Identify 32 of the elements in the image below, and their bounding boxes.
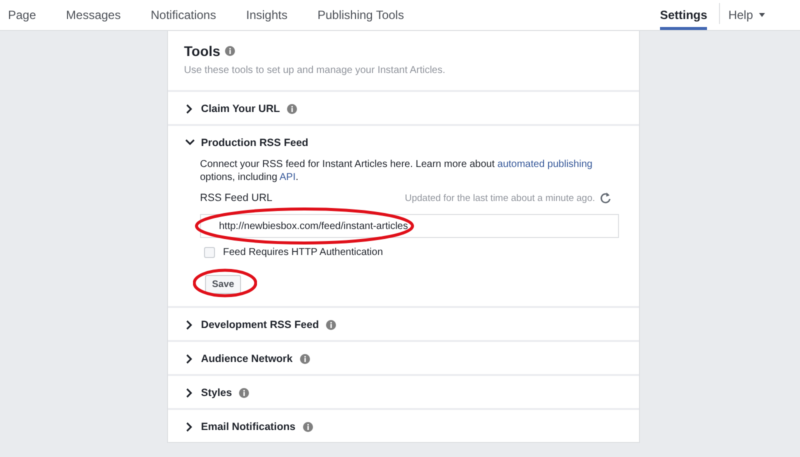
panel-subtitle: Use these tools to set up and manage your Instant Articles. — [184, 65, 446, 76]
chevron-right-icon[interactable] — [185, 422, 195, 432]
nav-tab[interactable]: Messages — [66, 0, 121, 30]
checkbox-label: Feed Requires HTTP Authentication — [223, 247, 383, 258]
refresh-icon[interactable] — [600, 192, 611, 204]
checkbox[interactable] — [204, 247, 215, 258]
chevron-right-icon[interactable] — [185, 354, 195, 364]
save-button[interactable]: Save — [205, 274, 242, 294]
nav-tab[interactable]: Help — [728, 0, 765, 30]
chevron-right-icon[interactable] — [185, 104, 195, 114]
url-input-field[interactable]: http://newbiesbox.com/feed/instant-articles — [200, 214, 619, 238]
nav-tab[interactable]: Publishing Tools — [317, 0, 404, 30]
nav-tab[interactable]: Insights — [246, 0, 288, 30]
section-title[interactable]: Styles — [201, 386, 232, 398]
chevron-down-icon[interactable] — [185, 138, 195, 148]
chevron-right-icon[interactable] — [185, 320, 195, 330]
description-text: Connect your RSS feed for Instant Articles here. Learn more about automated publishing options, including API. — [200, 158, 594, 184]
status-text: Updated for the last time about a minute ago. — [404, 192, 595, 204]
info-icon — [225, 46, 236, 56]
panel-title: Tools — [184, 43, 220, 59]
nav-tab[interactable]: Notifications — [150, 0, 216, 30]
section-title[interactable]: Audience Network — [201, 352, 293, 364]
nav-tab[interactable]: Page — [8, 0, 36, 30]
section-title[interactable]: Email Notifications — [201, 420, 296, 432]
section-title[interactable]: Claim Your URL — [201, 102, 280, 114]
field-label: RSS Feed URL — [200, 192, 272, 204]
section-title[interactable]: Production RSS Feed — [201, 136, 308, 148]
section-title[interactable]: Development RSS Feed — [201, 318, 319, 330]
link[interactable]: API — [280, 172, 296, 183]
link[interactable]: automated publishing — [497, 159, 592, 170]
nav-tab[interactable]: Settings — [660, 0, 708, 30]
chevron-right-icon[interactable] — [185, 388, 195, 398]
